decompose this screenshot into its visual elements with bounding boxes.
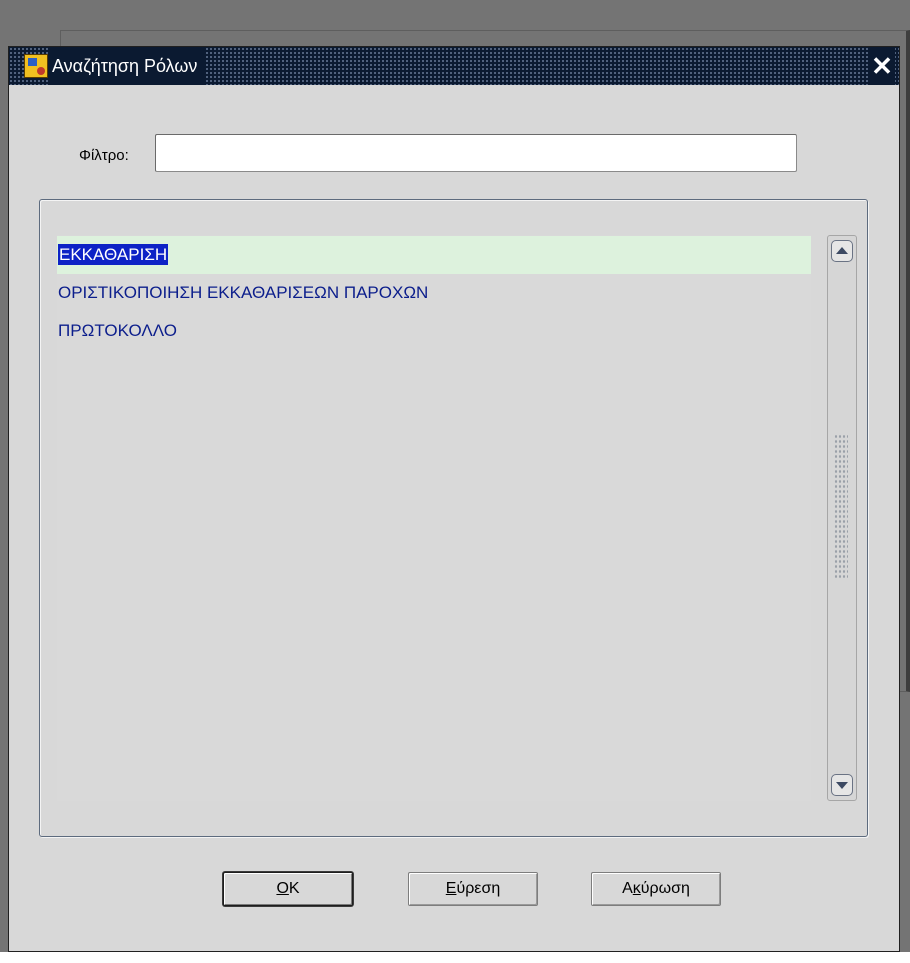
cancel-mnemonic: κ — [632, 880, 641, 897]
ok-label-rest: K — [288, 880, 300, 897]
scroll-thumb[interactable] — [834, 434, 848, 579]
scroll-up-icon — [836, 247, 848, 254]
find-label-rest: ύρεση — [456, 880, 501, 897]
list-scrollbar[interactable] — [827, 235, 857, 801]
list-item-label: ΟΡΙΣΤΙΚΟΠΟΙΗΣΗ ΕΚΚΑΘΑΡΙΣΕΩΝ ΠΑΡΟΧΩΝ — [58, 283, 429, 302]
scroll-down-button[interactable] — [831, 774, 853, 796]
list-item[interactable]: ΕΚΚΑΘΑΡΙΣΗ — [57, 236, 811, 274]
find-button[interactable]: Εύρεση — [408, 872, 538, 906]
scroll-down-icon — [836, 782, 848, 789]
dialog-title: Αναζήτηση Ρόλων — [48, 47, 206, 85]
filter-label: Φίλτρο: — [79, 147, 129, 164]
search-roles-dialog: Αναζήτηση Ρόλων ✕ Φίλτρο: ΕΚΚΑΘΑΡΙΣΗ ΟΡΙ… — [8, 46, 900, 952]
list-item[interactable]: ΟΡΙΣΤΙΚΟΠΟΙΗΣΗ ΕΚΚΑΘΑΡΙΣΕΩΝ ΠΑΡΟΧΩΝ — [57, 274, 811, 312]
close-icon[interactable]: ✕ — [869, 47, 895, 85]
list-item-label: ΕΚΚΑΘΑΡΙΣΗ — [58, 244, 169, 265]
dialog-titlebar[interactable]: Αναζήτηση Ρόλων ✕ — [9, 47, 899, 85]
find-mnemonic: Ε — [445, 880, 457, 897]
cancel-button[interactable]: Ακύρωση — [591, 872, 721, 906]
app-icon — [24, 54, 48, 78]
roles-list[interactable]: ΕΚΚΑΘΑΡΙΣΗ ΟΡΙΣΤΙΚΟΠΟΙΗΣΗ ΕΚΚΑΘΑΡΙΣΕΩΝ Π… — [57, 235, 811, 801]
scroll-up-button[interactable] — [831, 240, 853, 262]
filter-input[interactable] — [155, 134, 797, 172]
list-item-label: ΠΡΩΤΟΚΟΛΛΟ — [58, 321, 177, 340]
ok-mnemonic: O — [276, 880, 289, 897]
cancel-label-start: Α — [622, 880, 633, 897]
ok-button[interactable]: OK — [223, 872, 353, 906]
cancel-label-rest: ύρωση — [640, 880, 690, 897]
list-item[interactable]: ΠΡΩΤΟΚΟΛΛΟ — [57, 312, 811, 350]
